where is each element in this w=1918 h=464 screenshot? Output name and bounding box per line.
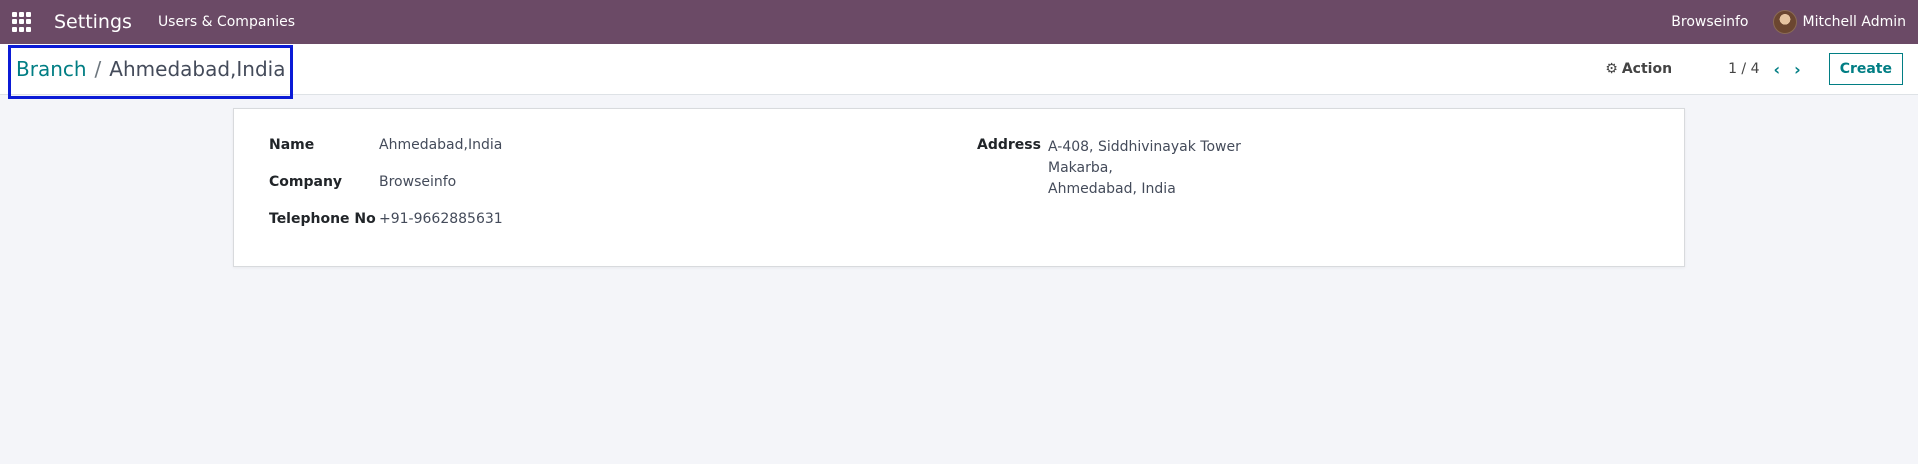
gear-icon: ⚙ bbox=[1605, 61, 1618, 77]
company-switcher[interactable]: Browseinfo bbox=[1671, 14, 1748, 30]
form-sheet: Name Ahmedabad,India Company Browseinfo … bbox=[233, 108, 1685, 267]
field-address: Address A-408, Siddhivinayak Tower Makar… bbox=[977, 137, 1241, 200]
address-line-1: A-408, Siddhivinayak Tower bbox=[1048, 139, 1241, 155]
address-label: Address bbox=[977, 137, 1041, 153]
chevron-left-icon[interactable]: ‹ bbox=[1774, 60, 1781, 79]
action-button[interactable]: ⚙ Action bbox=[1605, 61, 1672, 77]
user-name: Mitchell Admin bbox=[1802, 14, 1907, 30]
control-panel: Branch / Ahmedabad,India ⚙ Action 1 / 4 … bbox=[0, 44, 1918, 99]
telephone-value[interactable]: +91-9662885631 bbox=[379, 211, 503, 227]
field-telephone: Telephone No +91-9662885631 bbox=[269, 211, 503, 227]
breadcrumb: Branch / Ahmedabad,India bbox=[16, 57, 285, 81]
create-button[interactable]: Create bbox=[1828, 53, 1903, 85]
address-line-2: Makarba, bbox=[1048, 160, 1113, 176]
company-label: Company bbox=[269, 174, 343, 190]
action-label: Action bbox=[1621, 61, 1673, 77]
menu-users-companies[interactable]: Users & Companies bbox=[158, 14, 295, 30]
company-value[interactable]: Browseinfo bbox=[379, 174, 456, 190]
address-value[interactable]: A-408, Siddhivinayak Tower Makarba, Ahme… bbox=[1048, 137, 1241, 200]
address-line-3: Ahmedabad, India bbox=[1048, 181, 1176, 197]
breadcrumb-current: Ahmedabad,India bbox=[109, 57, 286, 81]
telephone-label: Telephone No bbox=[269, 211, 376, 227]
top-navbar: Settings Users & Companies Browseinfo Mi… bbox=[0, 0, 1918, 44]
name-label: Name bbox=[269, 137, 315, 153]
app-title[interactable]: Settings bbox=[54, 11, 132, 33]
field-name: Name Ahmedabad,India bbox=[269, 137, 502, 153]
breadcrumb-separator: / bbox=[94, 57, 102, 81]
name-value[interactable]: Ahmedabad,India bbox=[379, 137, 502, 153]
chevron-right-icon[interactable]: › bbox=[1794, 60, 1801, 79]
field-company: Company Browseinfo bbox=[269, 174, 456, 190]
breadcrumb-branch-link[interactable]: Branch bbox=[16, 57, 87, 81]
pager-value[interactable]: 1 / 4 bbox=[1728, 61, 1759, 77]
user-menu[interactable]: Mitchell Admin bbox=[1772, 10, 1907, 34]
avatar bbox=[1772, 10, 1797, 34]
apps-grid-icon[interactable] bbox=[12, 12, 32, 32]
